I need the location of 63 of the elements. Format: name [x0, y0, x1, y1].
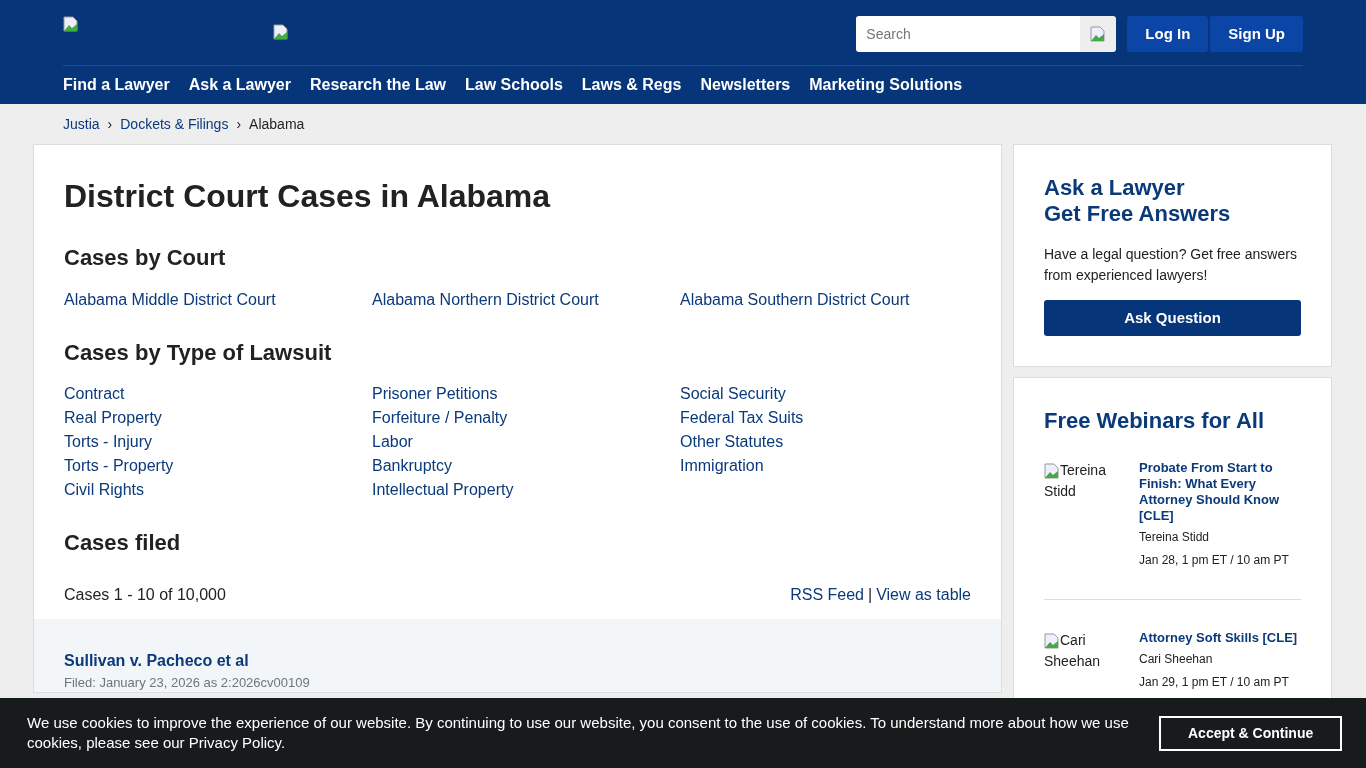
category-link[interactable]: Alabama Middle District Court	[64, 287, 372, 312]
ask-question-button[interactable]: Ask Question	[1044, 299, 1301, 336]
account-button[interactable]: Sign Up	[1210, 16, 1303, 52]
nav-link[interactable]: Research the Law	[310, 72, 447, 97]
feed-link[interactable]: View as table	[876, 585, 971, 603]
breadcrumb-separator: ›	[236, 114, 242, 134]
nav-link[interactable]: Law Schools	[465, 72, 563, 97]
cookie-message: We use cookies to improve the experience of our website. By continuing to use our website, you consent to the use of cookies. To understand more about how we use cookies, please see our Privacy Policy.	[27, 713, 1130, 753]
nav-link[interactable]: Laws & Regs	[581, 72, 682, 97]
webinar-title-link[interactable]: Attorney Soft Skills [CLE]	[1139, 630, 1298, 647]
speaker-photo: Tereina Stidd	[1044, 461, 1107, 502]
nav-link[interactable]: Find a Lawyer	[63, 72, 170, 97]
case-title-link[interactable]: Sullivan v. Pacheco et al	[64, 648, 971, 673]
search-field[interactable]: Search	[856, 16, 1081, 52]
speaker-name: Cari Sheehan	[1139, 651, 1214, 669]
broken-image-icon	[63, 16, 79, 32]
webinar-time: Jan 29, 1 pm ET / 10 am PT	[1139, 674, 1290, 692]
speaker-name: Tereina Stidd	[1139, 529, 1211, 547]
link-separator: |	[867, 585, 873, 603]
panel-title: Free Webinars for All	[1044, 407, 1266, 435]
page-title: District Court Cases in Alabama	[64, 177, 552, 216]
category-link[interactable]: Torts - Property	[64, 454, 372, 479]
broken-image-icon	[273, 24, 289, 40]
breadcrumb-link[interactable]: Dockets & Filings	[120, 113, 229, 135]
nav-link[interactable]: Newsletters	[700, 72, 791, 97]
search-button[interactable]	[1080, 16, 1117, 52]
category-link[interactable]: Alabama Southern District Court	[680, 287, 980, 312]
category-link[interactable]: Prisoner Petitions	[372, 382, 680, 407]
breadcrumb-separator: ›	[107, 114, 113, 134]
category-link[interactable]: Alabama Northern District Court	[372, 287, 680, 312]
section-heading: Cases by Type of Lawsuit	[64, 339, 333, 367]
broken-image-icon	[1044, 463, 1060, 480]
filed-date: Filed: January 23, 2026 as 2:2026cv00109	[64, 673, 311, 692]
category-link[interactable]: Labor	[372, 430, 680, 455]
breadcrumb-current: Alabama	[249, 114, 305, 134]
breadcrumb-link[interactable]: Justia	[63, 113, 100, 135]
section-heading: Cases by Court	[64, 245, 227, 272]
category-link[interactable]: Real Property	[64, 406, 372, 431]
panel-text: Have a legal question? Get free answers from experienced lawyers!	[1044, 244, 1298, 285]
category-link[interactable]: Federal Tax Suits	[680, 406, 980, 431]
speaker-photo: Cari Sheehan	[1044, 631, 1102, 672]
section-heading: Cases filed	[64, 530, 182, 557]
broken-image-icon	[1090, 26, 1107, 42]
webinar-time: Jan 28, 1 pm ET / 10 am PT	[1139, 552, 1290, 570]
category-link[interactable]: Bankruptcy	[372, 454, 680, 479]
case-count: Cases 1 - 10 of 10,000	[64, 584, 226, 605]
category-link[interactable]: Civil Rights	[64, 478, 372, 503]
panel-title: Ask a Lawyer Get Free Answers	[1044, 175, 1232, 228]
privacy-policy-link[interactable]: Privacy Policy	[188, 734, 281, 751]
category-link[interactable]: Intellectual Property	[372, 478, 680, 503]
feed-link[interactable]: RSS Feed	[790, 585, 864, 603]
nav-link[interactable]: Marketing Solutions	[809, 72, 963, 97]
webinar-title-link[interactable]: Probate From Start to Finish: What Every Attorney Should Know [CLE]	[1139, 460, 1301, 525]
broken-image-icon	[1044, 633, 1060, 650]
account-button[interactable]: Log In	[1127, 16, 1209, 52]
category-link[interactable]: Social Security	[680, 382, 980, 407]
category-link[interactable]: Other Statutes	[680, 430, 980, 455]
category-link[interactable]: Torts - Injury	[64, 430, 372, 455]
category-link[interactable]: Immigration	[680, 454, 980, 479]
nav-link[interactable]: Ask a Lawyer	[188, 72, 291, 97]
category-link[interactable]: Forfeiture / Penalty	[372, 406, 680, 431]
accept-button[interactable]: Accept & Continue	[1159, 715, 1343, 751]
category-link[interactable]: Contract	[64, 382, 372, 407]
